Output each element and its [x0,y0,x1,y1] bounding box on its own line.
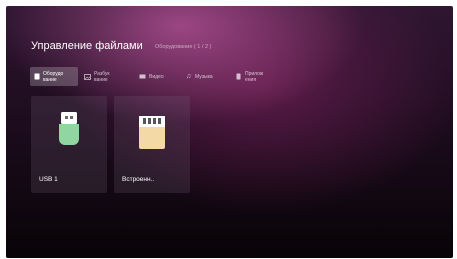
device-label-internal: Встроенн.. [122,176,155,183]
tv-screen: Управление файлами Оборудование ( 1 / 2 … [6,6,453,258]
tab-video[interactable]: Видео [139,67,164,86]
category-tabs: Оборудо вание Разбук вание Видео ♫ Музыка … [30,67,290,86]
music-icon: ♫ [185,73,192,80]
tab-music[interactable]: ♫ Музыка [185,67,213,86]
tab-apps[interactable]: Прилож ения [235,67,263,86]
video-icon [139,73,146,80]
tab-video-label: Видео [149,73,164,80]
device-label-usb: USB 1 [39,176,58,183]
tab-music-label: Музыка [195,73,213,80]
tab-devices-label-2: вание [43,76,57,83]
sd-card-icon [138,116,166,153]
tab-apps-label-2: ения [245,76,257,83]
page-subtitle: Оборудование ( 1 / 2 ) [155,44,212,50]
device-icon [33,73,40,80]
phone-icon [235,73,242,80]
tab-images-label-2: вание [94,76,108,83]
tab-devices[interactable]: Оборудо вание [30,67,78,86]
device-card-usb[interactable]: USB 1 [31,96,107,193]
usb-drive-icon [58,112,80,150]
tab-images[interactable]: Разбук вание [84,67,110,86]
device-card-internal[interactable]: Встроенн.. [114,96,190,193]
page-title: Управление файлами [31,40,143,52]
image-icon [84,73,91,80]
